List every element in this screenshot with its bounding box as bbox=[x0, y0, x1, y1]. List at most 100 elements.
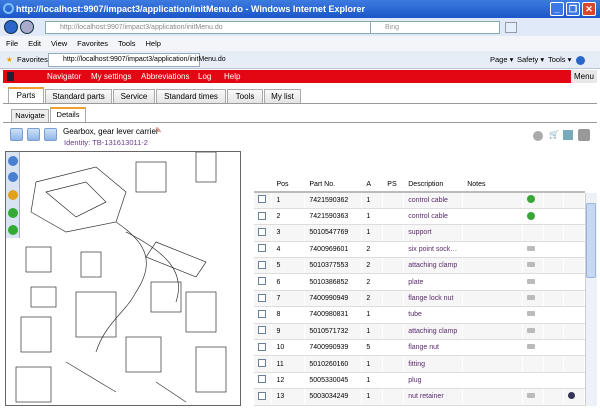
help-icon[interactable] bbox=[576, 56, 585, 65]
minimize-button[interactable]: _ bbox=[550, 2, 564, 16]
row-checkbox[interactable] bbox=[258, 326, 266, 335]
row-checkbox[interactable] bbox=[258, 244, 266, 253]
search-icon[interactable] bbox=[505, 22, 517, 33]
edit-icon[interactable]: ✎ bbox=[155, 126, 162, 135]
row-checkbox[interactable] bbox=[258, 277, 266, 286]
go-to-icon[interactable] bbox=[527, 211, 536, 220]
back-button[interactable] bbox=[4, 20, 18, 34]
col-ps[interactable]: PS bbox=[382, 178, 405, 193]
component-icon[interactable] bbox=[527, 327, 536, 333]
row-checkbox[interactable] bbox=[258, 342, 266, 351]
cart-icon[interactable]: 🛒 bbox=[549, 130, 559, 139]
zoom-in-icon[interactable] bbox=[8, 156, 18, 166]
favorites-button[interactable]: Favorites bbox=[17, 51, 48, 69]
nav-my-settings[interactable]: My settings bbox=[91, 70, 131, 83]
description[interactable]: support bbox=[403, 224, 464, 242]
description[interactable]: flange nut bbox=[403, 339, 464, 357]
menu-view[interactable]: View bbox=[51, 39, 67, 48]
tab-standard-parts[interactable]: Standard parts bbox=[45, 89, 112, 103]
component-icon[interactable] bbox=[527, 393, 536, 399]
shrink-icon[interactable] bbox=[27, 128, 40, 141]
col-a[interactable]: A bbox=[361, 178, 384, 193]
row-checkbox[interactable] bbox=[258, 375, 266, 384]
table-row[interactable]: 3 5010547769 1 support bbox=[254, 224, 586, 242]
col-pos[interactable]: Pos bbox=[271, 178, 306, 193]
subtab-details[interactable]: Details bbox=[50, 107, 86, 122]
list-view-icon[interactable] bbox=[44, 128, 57, 141]
row-checkbox[interactable] bbox=[258, 293, 266, 302]
row-checkbox[interactable] bbox=[258, 195, 266, 204]
menu-edit[interactable]: Edit bbox=[28, 39, 41, 48]
table-row[interactable]: 1 7421590362 1 control cable bbox=[254, 192, 586, 209]
nav-abbreviations[interactable]: Abbreviations bbox=[141, 70, 189, 83]
description[interactable]: control cable bbox=[403, 192, 464, 209]
table-row[interactable]: 13 5003034249 1 nut retainer bbox=[254, 388, 586, 406]
row-checkbox[interactable] bbox=[258, 260, 266, 269]
row-checkbox[interactable] bbox=[258, 391, 266, 400]
table-row[interactable]: 8 7400980831 1 tube bbox=[254, 306, 586, 324]
fit-icon[interactable] bbox=[8, 208, 18, 218]
table-row[interactable]: 5 5010377553 2 attaching clamp bbox=[254, 257, 586, 275]
component-icon[interactable] bbox=[527, 344, 536, 350]
table-row[interactable]: 9 5010571732 1 attaching clamp bbox=[254, 323, 586, 341]
tab-tools[interactable]: Tools bbox=[227, 89, 263, 103]
tab-standard-times[interactable]: Standard times bbox=[156, 89, 226, 103]
row-checkbox[interactable] bbox=[258, 309, 266, 318]
menu-file[interactable]: File bbox=[6, 39, 18, 48]
col-notes[interactable]: Notes bbox=[462, 178, 524, 193]
reset-icon[interactable] bbox=[8, 225, 18, 235]
component-icon[interactable] bbox=[527, 295, 536, 301]
info-icon[interactable] bbox=[567, 392, 575, 400]
row-checkbox[interactable] bbox=[258, 211, 266, 220]
description[interactable]: attaching clamp bbox=[403, 257, 464, 275]
nav-log[interactable]: Log bbox=[198, 70, 211, 83]
table-row[interactable]: 2 7421590363 1 control cable bbox=[254, 208, 586, 226]
description[interactable]: control cable bbox=[403, 208, 464, 226]
safety-menu[interactable]: Safety ▾ bbox=[517, 51, 544, 69]
table-row[interactable]: 10 7400990939 5 flange nut bbox=[254, 339, 586, 357]
component-icon[interactable] bbox=[527, 262, 536, 268]
close-button[interactable]: ✕ bbox=[582, 2, 596, 16]
description[interactable]: fitting bbox=[403, 355, 464, 373]
tools-menu[interactable]: Tools ▾ bbox=[548, 51, 571, 69]
forward-button[interactable] bbox=[20, 20, 34, 34]
subtab-navigate[interactable]: Navigate bbox=[11, 109, 49, 122]
expand-icon[interactable] bbox=[10, 128, 23, 141]
component-icon[interactable] bbox=[527, 278, 536, 284]
tab-my-list[interactable]: My list bbox=[264, 89, 301, 103]
menu-help[interactable]: Help bbox=[146, 39, 161, 48]
parts-diagram[interactable] bbox=[5, 151, 241, 406]
description[interactable]: flange lock nut bbox=[403, 290, 464, 308]
component-icon[interactable] bbox=[527, 245, 536, 251]
copy-icon[interactable] bbox=[563, 130, 573, 140]
table-row[interactable]: 7 7400990949 2 flange lock nut bbox=[254, 290, 586, 308]
row-checkbox[interactable] bbox=[258, 227, 266, 236]
description[interactable]: plug bbox=[403, 372, 464, 390]
nav-help[interactable]: Help bbox=[224, 70, 240, 83]
print-icon[interactable] bbox=[578, 129, 590, 141]
page-menu[interactable]: Page ▾ bbox=[490, 51, 513, 69]
component-icon[interactable] bbox=[527, 311, 536, 317]
table-row[interactable]: 6 5010386852 2 plate bbox=[254, 273, 586, 291]
description[interactable]: attaching clamp bbox=[403, 323, 464, 341]
back-icon[interactable] bbox=[533, 131, 543, 141]
description[interactable]: nut retainer bbox=[403, 388, 464, 406]
go-to-icon[interactable] bbox=[527, 195, 536, 204]
search-input[interactable]: Bing bbox=[370, 21, 500, 34]
menu-button[interactable]: Menu bbox=[571, 70, 597, 83]
table-row[interactable]: 4 7400969601 2 six point sock… bbox=[254, 241, 586, 259]
tab-service[interactable]: Service bbox=[113, 89, 155, 103]
description[interactable]: tube bbox=[403, 306, 464, 324]
table-row[interactable]: 12 5005330045 1 plug bbox=[254, 372, 586, 390]
zoom-out-icon[interactable] bbox=[8, 172, 18, 182]
scrollbar-thumb[interactable] bbox=[586, 203, 596, 278]
col-description[interactable]: Description bbox=[403, 178, 464, 193]
tab-parts[interactable]: Parts bbox=[8, 87, 44, 103]
restore-button[interactable]: ❐ bbox=[566, 2, 580, 16]
table-row[interactable]: 11 5010260160 1 fitting bbox=[254, 355, 586, 373]
browser-tab[interactable]: http://localhost:9907/impact3/applicatio… bbox=[48, 53, 226, 67]
nav-navigator[interactable]: Navigator bbox=[47, 70, 81, 83]
menu-tools[interactable]: Tools bbox=[118, 39, 136, 48]
description[interactable]: six point sock… bbox=[403, 241, 464, 259]
menu-favorites[interactable]: Favorites bbox=[77, 39, 108, 48]
